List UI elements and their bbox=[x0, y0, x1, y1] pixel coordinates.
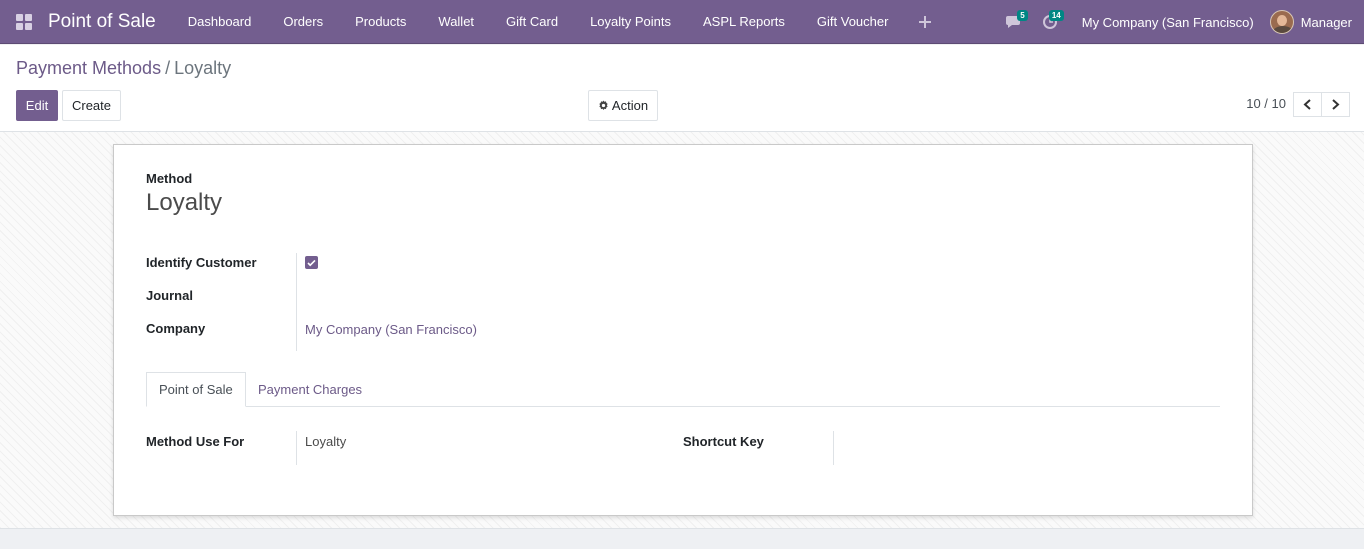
pager-previous-button[interactable] bbox=[1293, 92, 1322, 117]
menu-aspl-reports[interactable]: ASPL Reports bbox=[687, 0, 801, 44]
breadcrumb-parent[interactable]: Payment Methods bbox=[16, 58, 161, 78]
systray: 5 14 My Company (San Francisco) Manager bbox=[996, 0, 1364, 44]
menu-dashboard[interactable]: Dashboard bbox=[172, 0, 268, 44]
company-label: Company bbox=[146, 321, 206, 336]
company-switcher[interactable]: My Company (San Francisco) bbox=[1068, 15, 1270, 30]
messages-icon[interactable]: 5 bbox=[996, 0, 1032, 44]
action-button[interactable]: Action bbox=[588, 90, 658, 121]
breadcrumb: Payment Methods / Loyalty bbox=[16, 58, 231, 79]
messages-badge: 5 bbox=[1017, 10, 1028, 21]
user-menu[interactable]: Manager bbox=[1269, 10, 1364, 34]
apps-menu-icon[interactable] bbox=[0, 0, 48, 44]
top-navbar: Point of Sale Dashboard Orders Products … bbox=[0, 0, 1364, 44]
tab-payment-charges[interactable]: Payment Charges bbox=[246, 372, 374, 407]
pager-next-button[interactable] bbox=[1321, 92, 1350, 117]
shortcut-key-label: Shortcut Key bbox=[683, 434, 764, 449]
menu-gift-voucher[interactable]: Gift Voucher bbox=[801, 0, 905, 44]
menu-wallet[interactable]: Wallet bbox=[422, 0, 490, 44]
field-separator bbox=[296, 431, 297, 465]
user-name: Manager bbox=[1300, 14, 1352, 30]
notebook-tabs: Point of Sale Payment Charges bbox=[146, 372, 1220, 407]
pager-value[interactable]: 10 / 10 bbox=[1246, 96, 1286, 111]
menu-products[interactable]: Products bbox=[339, 0, 422, 44]
gear-icon bbox=[598, 100, 609, 111]
control-panel: Payment Methods / Loyalty Edit Create Acti… bbox=[0, 45, 1364, 132]
activities-badge: 14 bbox=[1048, 10, 1064, 21]
method-label: Method bbox=[146, 171, 193, 186]
create-button[interactable]: Create bbox=[62, 90, 121, 121]
avatar bbox=[1269, 10, 1294, 34]
breadcrumb-separator: / bbox=[165, 58, 171, 78]
company-link[interactable]: My Company (San Francisco) bbox=[305, 322, 477, 337]
chevron-left-icon bbox=[1303, 99, 1312, 110]
method-name-value: Loyalty bbox=[146, 189, 223, 216]
menu-gift-card[interactable]: Gift Card bbox=[490, 0, 574, 44]
identify-customer-checkbox[interactable] bbox=[305, 256, 318, 269]
field-separator bbox=[296, 253, 297, 351]
identify-customer-label: Identify Customer bbox=[146, 255, 257, 270]
journal-label: Journal bbox=[146, 288, 193, 303]
breadcrumb-current: Loyalty bbox=[174, 58, 232, 78]
form-sheet: Method Loyalty Identify Customer Journal… bbox=[113, 144, 1253, 516]
footer-band bbox=[0, 528, 1364, 549]
edit-button[interactable]: Edit bbox=[16, 90, 58, 121]
chevron-right-icon bbox=[1331, 99, 1340, 110]
method-use-for-value: Loyalty bbox=[305, 434, 347, 449]
method-use-for-label: Method Use For bbox=[146, 434, 245, 449]
plus-icon[interactable] bbox=[910, 0, 940, 44]
menu-loyalty-points[interactable]: Loyalty Points bbox=[574, 0, 687, 44]
menu-orders[interactable]: Orders bbox=[267, 0, 339, 44]
tab-point-of-sale[interactable]: Point of Sale bbox=[146, 372, 246, 407]
check-icon bbox=[307, 259, 316, 266]
field-separator bbox=[833, 431, 834, 465]
action-label: Action bbox=[611, 98, 649, 113]
app-title[interactable]: Point of Sale bbox=[48, 11, 156, 33]
activities-clock-icon[interactable]: 14 bbox=[1032, 0, 1068, 44]
form-view-background: Method Loyalty Identify Customer Journal… bbox=[0, 132, 1364, 528]
